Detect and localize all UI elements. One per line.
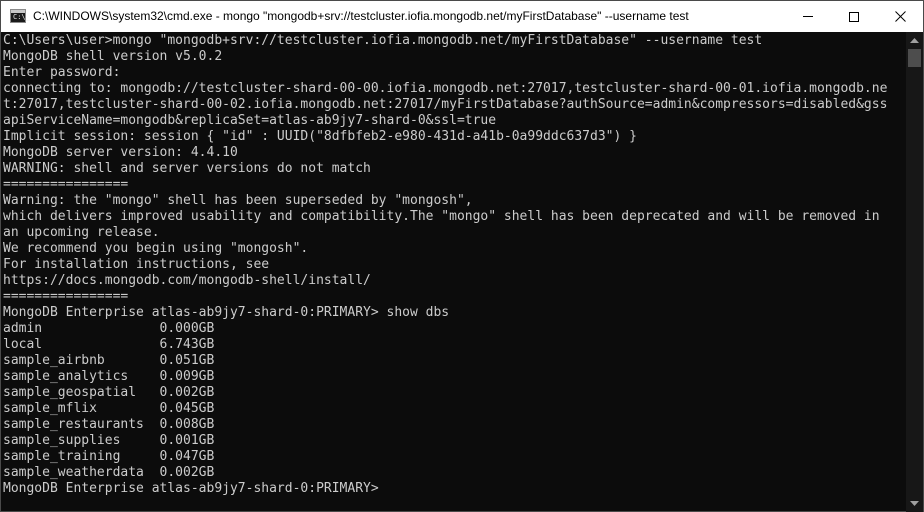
scroll-up-button[interactable] xyxy=(906,32,923,49)
cmd-icon-glyph: C:\_ xyxy=(13,13,30,21)
close-button[interactable] xyxy=(877,1,923,32)
console-line: C:\Users\user>mongo "mongodb+srv://testc… xyxy=(3,33,763,48)
console-line: connecting to: mongodb://testcluster-sha… xyxy=(3,81,888,96)
console-line: MongoDB server version: 4.4.10 xyxy=(3,145,238,160)
console-window: C:\_ C:\WINDOWS\system32\cmd.exe - mongo… xyxy=(0,0,924,512)
scroll-thumb[interactable] xyxy=(908,49,921,67)
console-line: ================ xyxy=(3,177,129,192)
console-line: Warning: the "mongo" shell has been supe… xyxy=(3,193,473,208)
console-line: t:27017,testcluster-shard-00-02.iofia.mo… xyxy=(3,97,888,112)
console-line: apiServiceName=mongodb&replicaSet=atlas-… xyxy=(3,113,497,128)
console-line: MongoDB Enterprise atlas-ab9jy7-shard-0:… xyxy=(3,481,379,496)
console-line: sample_training 0.047GB xyxy=(3,449,215,464)
scroll-down-arrow-icon xyxy=(910,501,919,506)
minimize-icon xyxy=(803,16,813,17)
console-line: sample_analytics 0.009GB xyxy=(3,369,215,384)
console-line: sample_mflix 0.045GB xyxy=(3,401,215,416)
console-line: MongoDB shell version v5.0.2 xyxy=(3,49,223,64)
console-line: local 6.743GB xyxy=(3,337,215,352)
title-bar[interactable]: C:\_ C:\WINDOWS\system32\cmd.exe - mongo… xyxy=(1,1,923,32)
console-line: WARNING: shell and server versions do no… xyxy=(3,161,371,176)
maximize-icon xyxy=(849,11,859,22)
console-line: ================ xyxy=(3,289,129,304)
minimize-button[interactable] xyxy=(785,1,831,32)
console-output[interactable]: C:\Users\user>mongo "mongodb+srv://testc… xyxy=(1,32,906,512)
maximize-button[interactable] xyxy=(831,1,877,32)
console-line: sample_supplies 0.001GB xyxy=(3,433,215,448)
console-line: sample_weatherdata 0.002GB xyxy=(3,465,215,480)
close-icon xyxy=(894,11,906,22)
console-line: https://docs.mongodb.com/mongodb-shell/i… xyxy=(3,273,371,288)
console-line: Enter password: xyxy=(3,65,121,80)
vertical-scrollbar[interactable] xyxy=(906,32,923,512)
scroll-up-arrow-icon xyxy=(910,38,919,43)
console-line: Implicit session: session { "id" : UUID(… xyxy=(3,129,637,144)
console-line: which delivers improved usability and co… xyxy=(3,209,880,224)
console-line: an upcoming release. xyxy=(3,225,160,240)
console-line: admin 0.000GB xyxy=(3,321,215,336)
console-line: sample_geospatial 0.002GB xyxy=(3,385,215,400)
console-line: sample_restaurants 0.008GB xyxy=(3,417,215,432)
scroll-down-button[interactable] xyxy=(906,495,923,512)
console-line: For installation instructions, see xyxy=(3,257,270,272)
console-line: MongoDB Enterprise atlas-ab9jy7-shard-0:… xyxy=(3,305,450,320)
cmd-icon[interactable]: C:\_ xyxy=(10,9,30,23)
window-title: C:\WINDOWS\system32\cmd.exe - mongo "mon… xyxy=(33,9,689,23)
console-line: We recommend you begin using "mongosh". xyxy=(3,241,309,256)
console-line: sample_airbnb 0.051GB xyxy=(3,353,215,368)
